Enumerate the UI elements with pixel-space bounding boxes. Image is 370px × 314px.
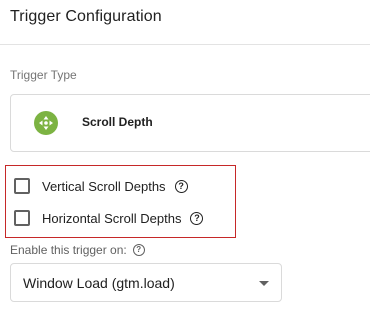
help-icon[interactable]: ?	[132, 244, 145, 256]
dropdown-arrow-icon	[259, 281, 269, 286]
trigger-type-label: Trigger Type	[10, 68, 77, 82]
enable-trigger-selected-value: Window Load (gtm.load)	[23, 275, 175, 291]
vertical-scroll-checkbox[interactable]	[14, 178, 30, 194]
scroll-depth-icon	[34, 111, 58, 135]
enable-trigger-select[interactable]: Window Load (gtm.load)	[10, 263, 282, 302]
horizontal-scroll-checkbox[interactable]	[14, 210, 30, 226]
vertical-scroll-option: Vertical Scroll Depths ?	[14, 176, 188, 196]
panel-header: Trigger Configuration	[0, 0, 370, 45]
page-title: Trigger Configuration	[10, 8, 162, 25]
help-icon[interactable]: ?	[174, 179, 188, 193]
trigger-type-name: Scroll Depth	[82, 115, 153, 129]
horizontal-scroll-option: Horizontal Scroll Depths ?	[14, 208, 204, 228]
vertical-scroll-label[interactable]: Vertical Scroll Depths	[42, 179, 166, 194]
trigger-type-card[interactable]: Scroll Depth	[10, 94, 370, 152]
help-icon[interactable]: ?	[190, 211, 204, 225]
enable-trigger-row: Enable this trigger on: ?	[10, 243, 145, 257]
horizontal-scroll-label[interactable]: Horizontal Scroll Depths	[42, 211, 181, 226]
trigger-configuration-panel: Trigger Configuration Trigger Type Scrol…	[0, 0, 370, 314]
enable-trigger-label: Enable this trigger on:	[10, 243, 127, 257]
